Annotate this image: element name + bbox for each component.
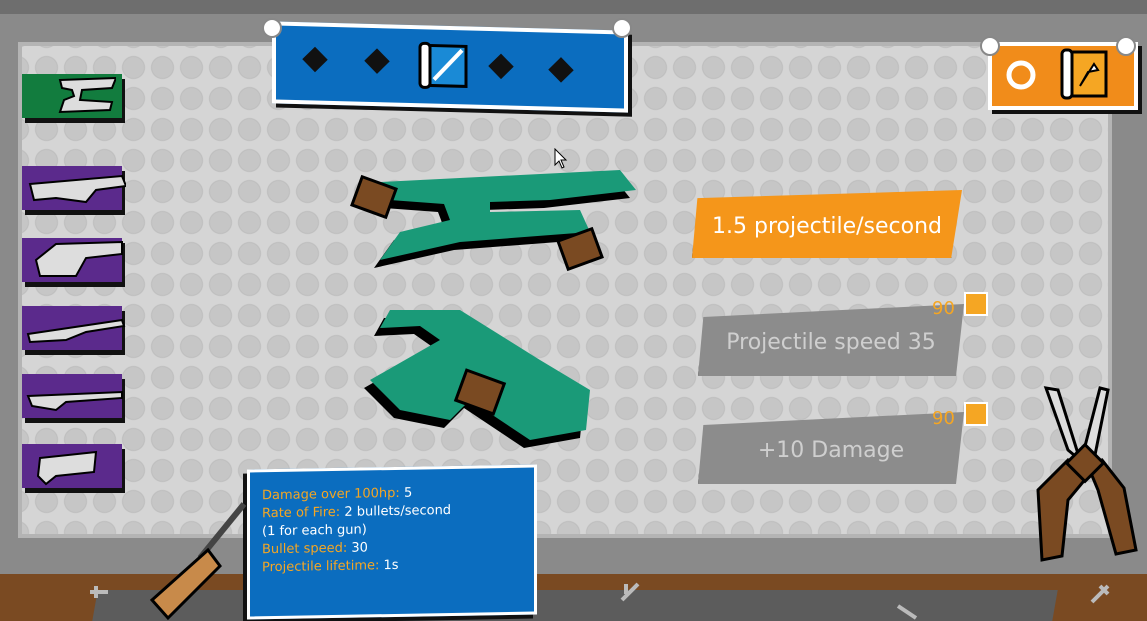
- minigun-icon: [28, 174, 126, 204]
- edit-icon[interactable]: [964, 402, 988, 426]
- cursor-icon: [554, 148, 568, 169]
- diamond-icon: [548, 57, 574, 83]
- upgrade-damage-cost: 90: [932, 408, 955, 429]
- diamond-icon: [488, 53, 514, 80]
- shotgun-icon: [36, 450, 98, 486]
- scroll-upgrade-icon[interactable]: [1060, 48, 1112, 100]
- edit-icon[interactable]: [964, 292, 988, 316]
- screw-icon: [620, 582, 640, 602]
- frame-top: [0, 0, 1147, 14]
- weapon-slot-minigun[interactable]: [22, 166, 126, 210]
- selected-weapon-preview: [350, 170, 636, 448]
- gun-top: [350, 170, 636, 272]
- upgrade-speed-label: Projectile speed 35: [726, 330, 936, 355]
- rifle-icon: [26, 318, 126, 344]
- screw-icon: [1090, 584, 1110, 604]
- pin-icon: [980, 36, 1000, 56]
- sniper-icon: [26, 390, 123, 412]
- top-right-panel: [988, 42, 1138, 110]
- circle-icon[interactable]: [1004, 58, 1038, 92]
- diamond-icon: [302, 46, 328, 73]
- workshop-scene: 1.5 projectile/second Projectile speed 3…: [0, 0, 1147, 621]
- pin-icon: [262, 18, 282, 38]
- weapon-slot-rifle[interactable]: [22, 306, 126, 350]
- screwdriver-icon: [149, 502, 247, 621]
- diamond-icon: [364, 48, 390, 74]
- weapon-slot-shotgun[interactable]: [22, 444, 122, 488]
- pin-icon: [1116, 36, 1136, 56]
- current-upgrade-card: 1.5 projectile/second: [692, 190, 962, 258]
- scroll-rifle-icon[interactable]: [418, 39, 470, 92]
- screw-icon: [896, 604, 918, 620]
- weapon-banner: [272, 21, 628, 113]
- weapon-slot-heavy-gun[interactable]: [22, 238, 123, 282]
- upgrade-damage-label: +10 Damage: [757, 438, 905, 463]
- weapon-slot-sniper[interactable]: [22, 374, 123, 418]
- upgrade-speed-cost: 90: [932, 298, 955, 319]
- double-gun-icon: [58, 76, 116, 114]
- pliers-icon: [1036, 386, 1138, 562]
- weapon-info-panel: Damage over 100hp: 5 Rate of Fire: 2 bul…: [247, 464, 537, 620]
- current-upgrade-label: 1.5 projectile/second: [712, 214, 942, 239]
- info-lifetime: Projectile lifetime: 1s: [262, 557, 399, 576]
- gun-bottom: [364, 310, 590, 448]
- heavy-gun-icon: [34, 240, 123, 277]
- screw-icon: [90, 586, 108, 598]
- weapon-slot-double-gun[interactable]: [22, 74, 122, 118]
- pin-icon: [612, 18, 632, 38]
